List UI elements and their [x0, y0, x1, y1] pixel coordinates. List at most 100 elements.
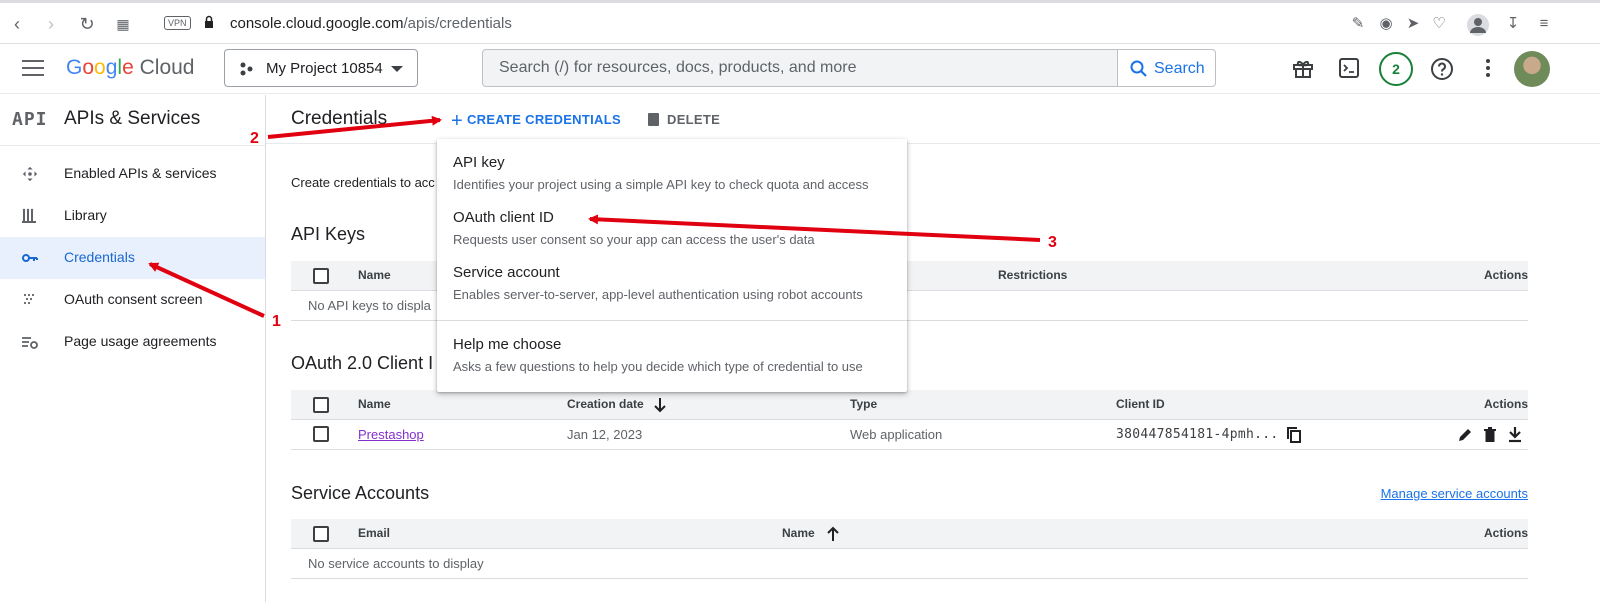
forward-icon[interactable]: ›: [40, 13, 62, 35]
menu-item-subtitle: Requests user consent so your app can ac…: [453, 232, 815, 247]
select-all-checkbox[interactable]: [313, 526, 329, 542]
api-keys-title: API Keys: [291, 224, 366, 244]
client-id: 380447854181-4pmh...: [1116, 427, 1279, 442]
sidebar-item-enabled-apis[interactable]: Enabled APIs & services: [0, 153, 265, 195]
search-box: [482, 49, 1118, 87]
notification-count-badge[interactable]: 2: [1379, 52, 1413, 86]
select-all-checkbox[interactable]: [313, 268, 329, 284]
console-header: Google Cloud My Project 10854 Search 2: [0, 44, 1600, 94]
sidebar-item-label: Credentials: [64, 249, 135, 265]
menu-item-title: Service account: [453, 264, 560, 281]
edit-icon[interactable]: [1457, 427, 1473, 443]
sidebar-item-label: Library: [64, 207, 107, 223]
cloud-shell-icon[interactable]: [1338, 57, 1360, 79]
column-header[interactable]: Email: [358, 526, 390, 540]
sidebar-divider: [0, 145, 265, 146]
lock-icon: [205, 15, 213, 28]
logo-letter: o: [82, 56, 95, 79]
back-icon[interactable]: ‹: [6, 13, 28, 35]
logo-product: Cloud: [139, 56, 195, 79]
google-cloud-logo[interactable]: Google Cloud: [66, 56, 194, 80]
table-row: No service accounts to display: [291, 549, 1528, 579]
column-header[interactable]: Name: [358, 397, 391, 411]
annotation-number-3: 3: [1048, 234, 1057, 251]
column-header[interactable]: Client ID: [1116, 397, 1165, 411]
api-icon: API: [12, 109, 48, 130]
menu-item-title: Help me choose: [453, 336, 562, 353]
menu-item-title: OAuth client ID: [453, 209, 554, 226]
reload-icon[interactable]: ↻: [76, 13, 98, 35]
send-icon[interactable]: ➤: [1403, 14, 1423, 34]
delete-button[interactable]: DELETE: [648, 112, 720, 127]
column-header[interactable]: Name: [358, 268, 391, 282]
manage-service-accounts-link[interactable]: Manage service accounts: [1381, 486, 1528, 501]
empty-message: No API keys to displa: [308, 298, 431, 313]
table-header: Email Name Actions: [291, 519, 1528, 549]
help-icon[interactable]: [1430, 57, 1454, 81]
browser-toolbar: ‹ › ↻ ▦ VPN console.cloud.google.com/api…: [0, 0, 1600, 44]
sidebar-item-label: OAuth consent screen: [64, 291, 203, 307]
sidebar-item-page-usage[interactable]: Page usage agreements: [0, 321, 265, 363]
menu-divider: [437, 320, 907, 321]
download-icon[interactable]: [1507, 426, 1523, 443]
menu-item-subtitle: Identifies your project using a simple A…: [453, 177, 869, 192]
table-header: Name Creation date Type Client ID Action…: [291, 390, 1528, 420]
profile-icon[interactable]: [1466, 13, 1490, 37]
create-credentials-button[interactable]: + CREATE CREDENTIALS: [451, 110, 621, 133]
delete-icon[interactable]: [1483, 427, 1497, 443]
intro-text: Create credentials to acc: [291, 175, 435, 190]
copy-icon[interactable]: [1287, 427, 1301, 443]
arrow-up-icon[interactable]: [826, 526, 840, 542]
url-domain: console.cloud.google.com: [230, 15, 404, 32]
sidebar-item-credentials[interactable]: Credentials: [0, 237, 265, 279]
column-header[interactable]: Creation date: [567, 397, 644, 411]
sidebar-title: APIs & Services: [64, 108, 201, 129]
annotation-number-1: 1: [272, 313, 281, 330]
hamburger-menu-icon[interactable]: [22, 60, 44, 76]
client-name-link[interactable]: Prestashop: [358, 427, 424, 442]
row-checkbox[interactable]: [313, 426, 329, 442]
column-header[interactable]: Name: [782, 526, 815, 540]
edit-page-icon[interactable]: ✎: [1348, 14, 1368, 34]
search-input[interactable]: [483, 50, 1117, 86]
library-icon: [22, 208, 36, 223]
settings-list-icon: [22, 337, 38, 349]
more-vert-icon[interactable]: [1477, 57, 1499, 79]
delete-label: DELETE: [667, 112, 721, 127]
select-all-checkbox[interactable]: [313, 397, 329, 413]
menu-item-oauth-client-id[interactable]: OAuth client ID Requests user consent so…: [437, 201, 907, 255]
menu-item-help-me-choose[interactable]: Help me choose Asks a few questions to h…: [437, 328, 907, 382]
project-name: My Project 10854: [266, 60, 383, 77]
camera-icon[interactable]: ◉: [1376, 14, 1396, 34]
download-icon[interactable]: ↧: [1503, 14, 1523, 34]
search-icon: [1130, 60, 1147, 77]
heart-icon[interactable]: ♡: [1429, 14, 1449, 34]
sidebar-item-oauth-consent[interactable]: OAuth consent screen: [0, 279, 265, 321]
sidebar-item-label: Enabled APIs & services: [64, 165, 217, 181]
arrow-down-icon[interactable]: [653, 397, 667, 413]
menu-item-api-key[interactable]: API key Identifies your project using a …: [437, 146, 907, 200]
vpn-badge[interactable]: VPN: [164, 16, 191, 30]
logo-letter: G: [66, 56, 83, 79]
avatar[interactable]: [1514, 51, 1550, 87]
service-accounts-table: Email Name Actions No service accounts t…: [291, 519, 1528, 580]
menu-item-service-account[interactable]: Service account Enables server-to-server…: [437, 256, 907, 310]
project-selector[interactable]: My Project 10854: [224, 49, 418, 87]
column-header[interactable]: Type: [850, 397, 877, 411]
search-button[interactable]: Search: [1117, 49, 1216, 87]
logo-letter: o: [94, 56, 106, 79]
sidebar: API APIs & Services Enabled APIs & servi…: [0, 95, 266, 602]
menu-item-title: API key: [453, 154, 505, 171]
screen: ‹ › ↻ ▦ VPN console.cloud.google.com/api…: [0, 0, 1600, 602]
column-header[interactable]: Restrictions: [998, 268, 1067, 282]
client-type: Web application: [850, 427, 943, 442]
table-row: Prestashop Jan 12, 2023 Web application …: [291, 420, 1528, 450]
grid-icon[interactable]: ▦: [112, 13, 134, 35]
address-bar[interactable]: console.cloud.google.com/apis/credential…: [230, 15, 512, 32]
settings-sliders-icon[interactable]: ≡: [1534, 14, 1554, 34]
gift-icon[interactable]: [1291, 56, 1315, 80]
sidebar-item-library[interactable]: Library: [0, 195, 265, 237]
menu-item-subtitle: Enables server-to-server, app-level auth…: [453, 287, 863, 302]
create-credentials-label: CREATE CREDENTIALS: [466, 112, 621, 127]
trash-icon: [648, 113, 659, 126]
